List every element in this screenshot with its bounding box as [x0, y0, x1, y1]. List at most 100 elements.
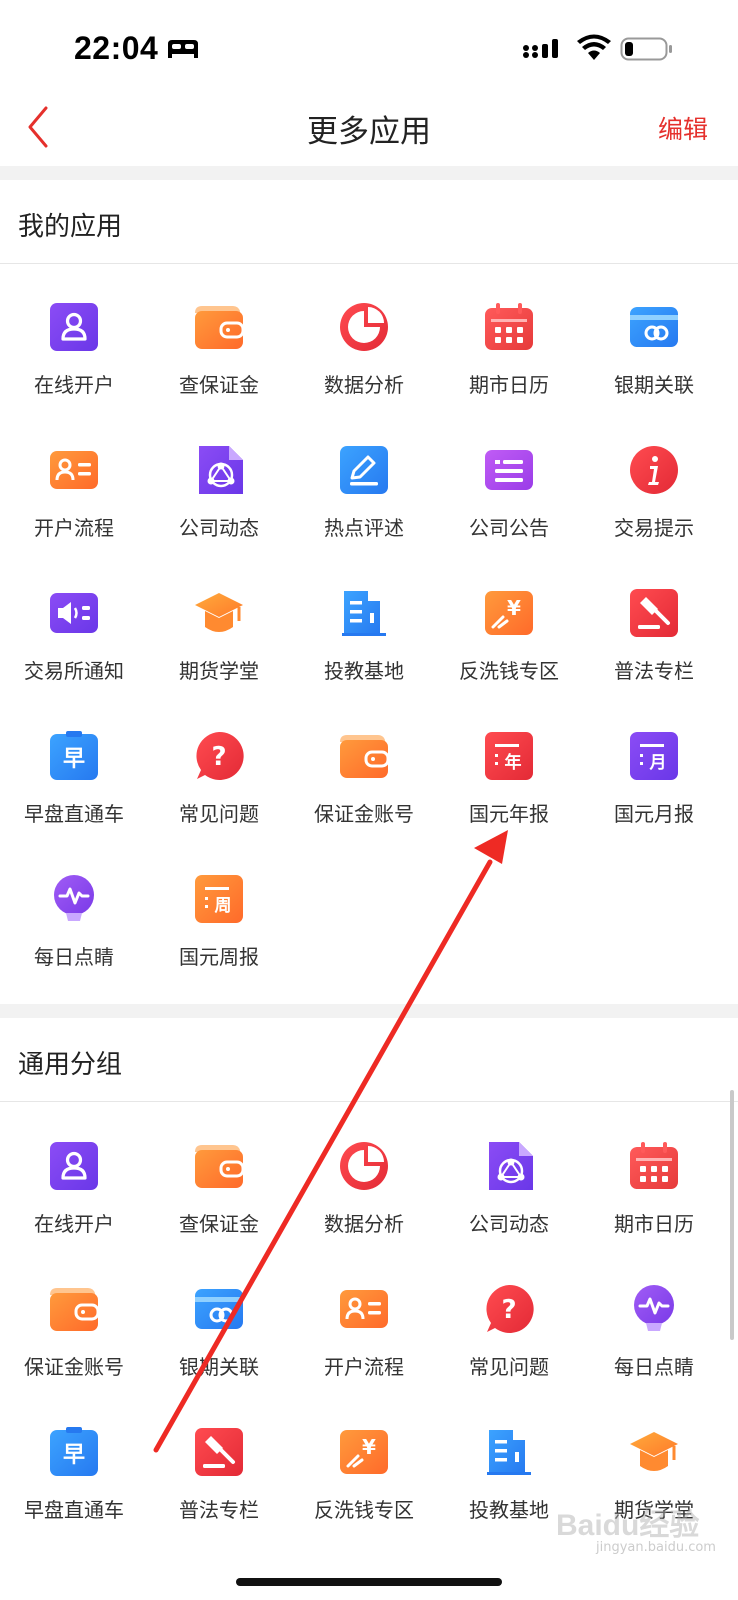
gavel-icon — [630, 589, 678, 637]
share-doc-icon — [489, 1142, 533, 1190]
svg-text:周: 周 — [215, 896, 232, 916]
app-item[interactable]: 周国元周报 — [145, 873, 293, 1013]
monthly-report-icon: 月 — [630, 732, 678, 780]
svg-text:早: 早 — [63, 747, 85, 772]
calendar-icon — [630, 1142, 678, 1189]
app-item[interactable]: 月国元月报 — [580, 730, 728, 870]
sleep-mode-icon — [168, 40, 198, 58]
app-item[interactable]: 普法专栏 — [145, 1426, 293, 1566]
app-label: 常见问题 — [179, 802, 259, 826]
app-item[interactable]: 早早盘直通车 — [0, 730, 148, 870]
app-item[interactable]: 投教基地 — [290, 587, 438, 727]
app-label: 保证金账号 — [24, 1355, 124, 1379]
speaker-icon — [50, 593, 98, 633]
baidu-watermark-url: jingyan.baidu.com — [596, 1540, 716, 1555]
edit-button[interactable]: 编辑 — [658, 110, 708, 146]
app-label: 早盘直通车 — [24, 802, 124, 826]
app-item[interactable]: 在线开户 — [0, 1140, 148, 1280]
app-item[interactable]: 查保证金 — [145, 1140, 293, 1280]
wallet-icon — [195, 1145, 245, 1188]
app-item[interactable]: 期市日历 — [580, 1140, 728, 1280]
app-item[interactable]: 普法专栏 — [580, 587, 728, 727]
app-item[interactable]: 数据分析 — [290, 301, 438, 441]
app-label: 国元周报 — [179, 945, 259, 969]
app-label: 期市日历 — [614, 1212, 694, 1236]
svg-text:年: 年 — [505, 752, 522, 773]
svg-text:¥: ¥ — [507, 596, 521, 620]
home-indicator[interactable] — [236, 1578, 502, 1586]
weekly-report-icon: 周 — [195, 875, 243, 923]
id-card-icon — [50, 451, 98, 489]
app-label: 国元月报 — [614, 802, 694, 826]
app-label: 查保证金 — [179, 373, 259, 397]
svg-text:早: 早 — [63, 1443, 85, 1468]
app-item[interactable]: 银期关联 — [580, 301, 728, 441]
wifi-icon — [577, 34, 611, 60]
graduation-cap-icon — [630, 1432, 678, 1471]
app-item[interactable]: 每日点睛 — [580, 1283, 728, 1423]
divider — [0, 263, 738, 264]
morning-report-icon: 早 — [50, 731, 98, 780]
app-item[interactable]: 公司动态 — [145, 444, 293, 584]
app-label: 交易提示 — [614, 516, 694, 540]
app-item[interactable]: 公司动态 — [435, 1140, 583, 1280]
app-item[interactable]: ? 常见问题 — [435, 1283, 583, 1423]
app-item[interactable]: 开户流程 — [290, 1283, 438, 1423]
app-item[interactable]: 早早盘直通车 — [0, 1426, 148, 1566]
app-item[interactable]: 开户流程 — [0, 444, 148, 584]
app-item[interactable]: 保证金账号 — [0, 1283, 148, 1423]
app-label: 公司动态 — [469, 1212, 549, 1236]
app-item[interactable]: 交易所通知 — [0, 587, 148, 727]
app-label: 保证金账号 — [314, 802, 414, 826]
app-item[interactable]: 年国元年报 — [435, 730, 583, 870]
app-label: 热点评述 — [324, 516, 404, 540]
section-title-my-apps: 我的应用 — [18, 212, 123, 242]
app-item[interactable]: 在线开户 — [0, 301, 148, 441]
page-title: 更多应用 — [307, 114, 431, 150]
scrollbar[interactable] — [730, 1090, 734, 1340]
app-item[interactable]: ¥ 反洗钱专区 — [435, 587, 583, 727]
app-item[interactable]: 交易提示 — [580, 444, 728, 584]
app-label: 每日点睛 — [614, 1355, 694, 1379]
divider — [0, 1101, 738, 1102]
app-item[interactable]: 期市日历 — [435, 301, 583, 441]
share-doc-icon — [199, 446, 243, 494]
user-card-icon — [50, 303, 98, 351]
graduation-cap-icon — [195, 593, 243, 632]
app-label: 在线开户 — [34, 1212, 114, 1236]
anti-money-laundering-icon: ¥ — [485, 591, 533, 635]
app-item[interactable]: 查保证金 — [145, 301, 293, 441]
question-icon: ? — [196, 731, 244, 780]
app-label: 普法专栏 — [614, 659, 694, 683]
annual-report-icon: 年 — [485, 732, 533, 780]
app-item[interactable]: 银期关联 — [145, 1283, 293, 1423]
gavel-icon — [195, 1428, 243, 1476]
info-icon — [630, 446, 678, 494]
app-item[interactable]: 投教基地 — [435, 1426, 583, 1566]
section-separator — [0, 166, 738, 180]
status-bar: 22:04 — [0, 0, 738, 96]
app-label: 每日点睛 — [34, 945, 114, 969]
svg-text:?: ? — [501, 1295, 516, 1325]
app-label: 普法专栏 — [179, 1498, 259, 1522]
app-label: 早盘直通车 — [24, 1498, 124, 1522]
app-item[interactable]: 期货学堂 — [145, 587, 293, 727]
app-label: 数据分析 — [324, 373, 404, 397]
morning-report-icon: 早 — [50, 1427, 98, 1476]
pulse-bulb-icon — [634, 1285, 674, 1331]
bank-link-icon — [630, 307, 678, 347]
app-item[interactable]: ¥ 反洗钱专区 — [290, 1426, 438, 1566]
app-label: 银期关联 — [614, 373, 694, 397]
building-icon — [487, 1430, 531, 1475]
notice-icon — [485, 450, 533, 490]
app-item[interactable]: 数据分析 — [290, 1140, 438, 1280]
app-label: 期货学堂 — [179, 659, 259, 683]
edit-icon — [340, 446, 388, 494]
app-item[interactable]: 热点评述 — [290, 444, 438, 584]
app-item[interactable]: ? 常见问题 — [145, 730, 293, 870]
app-item[interactable]: 保证金账号 — [290, 730, 438, 870]
app-label: 银期关联 — [179, 1355, 259, 1379]
app-item[interactable]: 每日点睛 — [0, 873, 148, 1013]
anti-money-laundering-icon: ¥ — [340, 1430, 388, 1474]
app-item[interactable]: 公司公告 — [435, 444, 583, 584]
